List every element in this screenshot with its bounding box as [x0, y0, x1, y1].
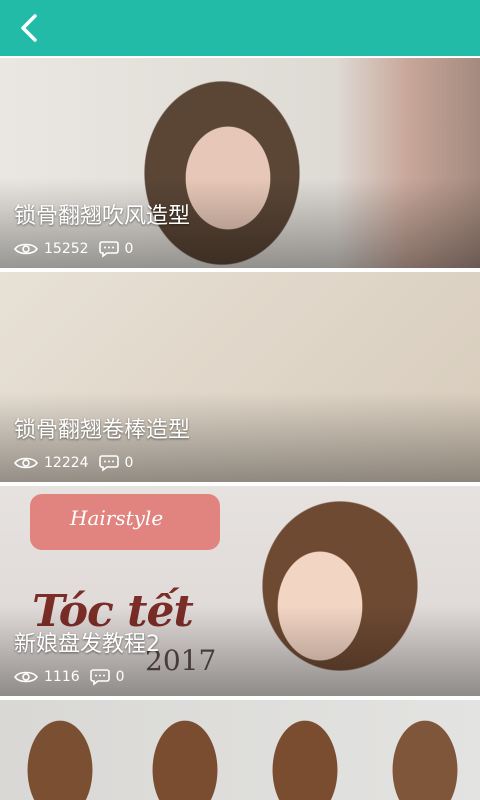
video-stats: 1116 0 — [14, 668, 125, 686]
view-count: 12224 — [44, 455, 89, 471]
video-title: 新娘盘发教程2 — [14, 632, 160, 657]
video-thumbnail — [0, 700, 480, 800]
video-card[interactable]: 锁骨翻翘卷棒造型 12224 0 — [0, 272, 480, 482]
chevron-left-icon — [21, 14, 37, 42]
app-header — [0, 0, 480, 56]
comment-icon — [89, 669, 110, 686]
comment-count: 0 — [115, 669, 125, 685]
thumbnail-brush-text: Hairstyle — [70, 506, 164, 530]
comment-icon — [98, 455, 119, 472]
view-count: 1116 — [44, 669, 80, 685]
eye-icon — [14, 457, 38, 469]
video-stats: 12224 0 — [14, 454, 133, 472]
video-title: 锁骨翻翘卷棒造型 — [14, 418, 191, 443]
comment-count: 0 — [124, 455, 134, 471]
video-card[interactable]: 锁骨翻翘吹风造型 15252 0 — [0, 58, 480, 268]
comment-icon — [98, 241, 119, 258]
eye-icon — [14, 671, 38, 683]
view-count: 15252 — [44, 241, 89, 257]
video-card[interactable]: Hairstyle Tóc tết 2017 新娘盘发教程2 1116 0 — [0, 486, 480, 696]
back-button[interactable] — [8, 8, 52, 48]
video-title: 锁骨翻翘吹风造型 — [14, 204, 191, 229]
comment-count: 0 — [124, 241, 134, 257]
eye-icon — [14, 243, 38, 255]
video-card[interactable] — [0, 700, 480, 800]
video-stats: 15252 0 — [14, 240, 133, 258]
